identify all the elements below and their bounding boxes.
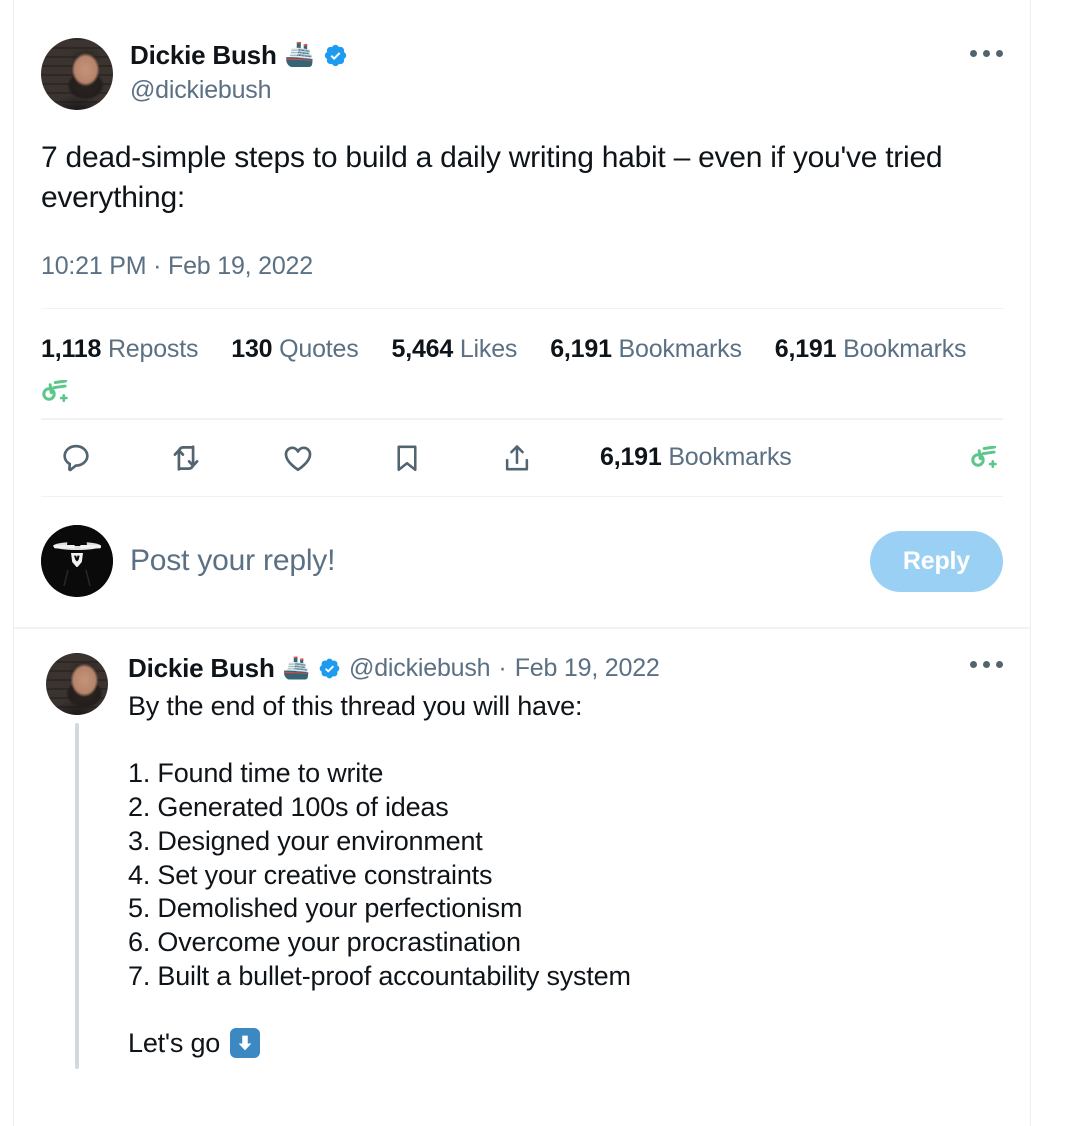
- dot: [996, 660, 1003, 668]
- main-post-header: Dickie Bush 🚢 @dickiebush: [41, 0, 1003, 110]
- list-item: 7. Built a bullet-proof accountability s…: [128, 960, 631, 991]
- verified-badge-icon: [323, 43, 348, 68]
- dot: [983, 50, 990, 57]
- reply-input-placeholder[interactable]: Post your reply!: [130, 544, 870, 578]
- stat-value: 130: [231, 335, 273, 364]
- repost-retweet-icon[interactable]: [155, 427, 217, 489]
- dot: [970, 50, 977, 57]
- stat-bookmarks-2[interactable]: 6,191 Bookmarks: [775, 335, 967, 364]
- stat-value: 1,118: [41, 335, 102, 364]
- anonymous-mask-icon: [41, 525, 113, 598]
- dot: [970, 660, 977, 668]
- post-text: 7 dead-simple steps to build a daily wri…: [41, 141, 943, 214]
- bar-stat-value: 6,191: [600, 443, 662, 472]
- reply-intro-text: By the end of this thread you will have:: [128, 690, 583, 721]
- reply-button[interactable]: Reply: [869, 530, 1003, 592]
- reply-composer[interactable]: Post your reply! Reply: [14, 497, 1030, 627]
- list-item: 6. Overcome your procrastination: [128, 927, 521, 957]
- author-handle[interactable]: @dickiebush: [349, 654, 491, 683]
- stat-label: Bookmarks: [618, 335, 742, 364]
- reply-post: Dickie Bush 🚢 @dickiebush · Feb 19, 2022: [14, 629, 1030, 1069]
- stat-label: Likes: [459, 335, 518, 364]
- dot: [996, 50, 1003, 57]
- list-item: 4. Set your creative constraints: [128, 859, 493, 890]
- reply-post-header: Dickie Bush 🚢 @dickiebush · Feb 19, 2022: [128, 653, 1003, 684]
- stat-label: Reposts: [107, 335, 199, 364]
- verified-badge-icon: [318, 657, 341, 680]
- stat-quotes[interactable]: 130 Quotes: [231, 335, 358, 364]
- like-heart-icon[interactable]: [267, 427, 329, 489]
- author-identity[interactable]: Dickie Bush 🚢 @dickiebush: [130, 38, 348, 105]
- author-handle[interactable]: @dickiebush: [130, 76, 348, 106]
- display-name[interactable]: Dickie Bush: [128, 653, 275, 684]
- ship-emoji: 🚢: [282, 655, 311, 681]
- screenshot-root: Dickie Bush 🚢 @dickiebush 7 dead-simple …: [0, 0, 1080, 1126]
- main-post: Dickie Bush 🚢 @dickiebush 7 dead-simple …: [14, 0, 1030, 498]
- stat-label: Quotes: [279, 335, 359, 364]
- display-name: Dickie Bush: [130, 40, 277, 70]
- avatar[interactable]: [41, 525, 113, 598]
- reply-comment-icon[interactable]: [45, 427, 107, 489]
- dot: [983, 660, 990, 668]
- post-timestamp: 10:21 PM · Feb 19, 2022: [41, 251, 313, 280]
- stat-value: 6,191: [550, 335, 612, 364]
- reply-outro: Let's go: [128, 1028, 1003, 1059]
- post-detail-card: Dickie Bush 🚢 @dickiebush 7 dead-simple …: [13, 0, 1031, 1126]
- display-name-row: Dickie Bush 🚢: [130, 40, 348, 71]
- reply-numbered-list: 1. Found time to write 2. Generated 100s…: [128, 757, 1003, 993]
- stat-value: 5,464: [391, 335, 454, 364]
- share-upload-icon[interactable]: [486, 427, 548, 489]
- stat-bookmarks[interactable]: 6,191 Bookmarks: [550, 335, 742, 364]
- more-options-icon[interactable]: [970, 50, 1003, 57]
- grok-row: [41, 364, 1003, 418]
- stat-reposts[interactable]: 1,118 Reposts: [41, 335, 198, 364]
- bookmark-icon[interactable]: [376, 427, 438, 489]
- avatar[interactable]: [46, 652, 108, 715]
- reply-outro-text: Let's go: [128, 1027, 221, 1058]
- grok-analytics-icon[interactable]: [41, 380, 1003, 404]
- action-bar-bookmark-stat[interactable]: 6,191 Bookmarks: [600, 443, 792, 472]
- list-item: 1. Found time to write: [128, 758, 384, 789]
- reply-date[interactable]: Feb 19, 2022: [515, 654, 660, 683]
- stat-label: Bookmarks: [843, 335, 967, 364]
- reply-left-column: [41, 652, 113, 1069]
- engagement-stats: 1,118 Reposts 130 Quotes 5,464 Likes 6,1…: [41, 309, 1003, 364]
- bar-stat-label: Bookmarks: [668, 443, 792, 472]
- more-options-icon[interactable]: [970, 660, 1003, 668]
- stat-likes[interactable]: 5,464 Likes: [392, 335, 518, 364]
- thread-connector-line: [75, 722, 79, 1069]
- down-arrow-emoji: [230, 1028, 261, 1058]
- separator-dot: ·: [498, 653, 507, 682]
- reply-body: Dickie Bush 🚢 @dickiebush · Feb 19, 2022: [128, 653, 1003, 1069]
- list-item: 3. Designed your environment: [128, 825, 483, 856]
- avatar[interactable]: [41, 38, 113, 110]
- grok-analytics-icon[interactable]: [970, 445, 999, 470]
- list-item: 5. Demolished your perfectionism: [128, 893, 523, 924]
- stat-value: 6,191: [774, 335, 837, 364]
- list-item: 2. Generated 100s of ideas: [128, 792, 449, 822]
- action-bar: 6,191 Bookmarks: [41, 420, 1003, 496]
- ship-emoji: 🚢: [284, 41, 315, 69]
